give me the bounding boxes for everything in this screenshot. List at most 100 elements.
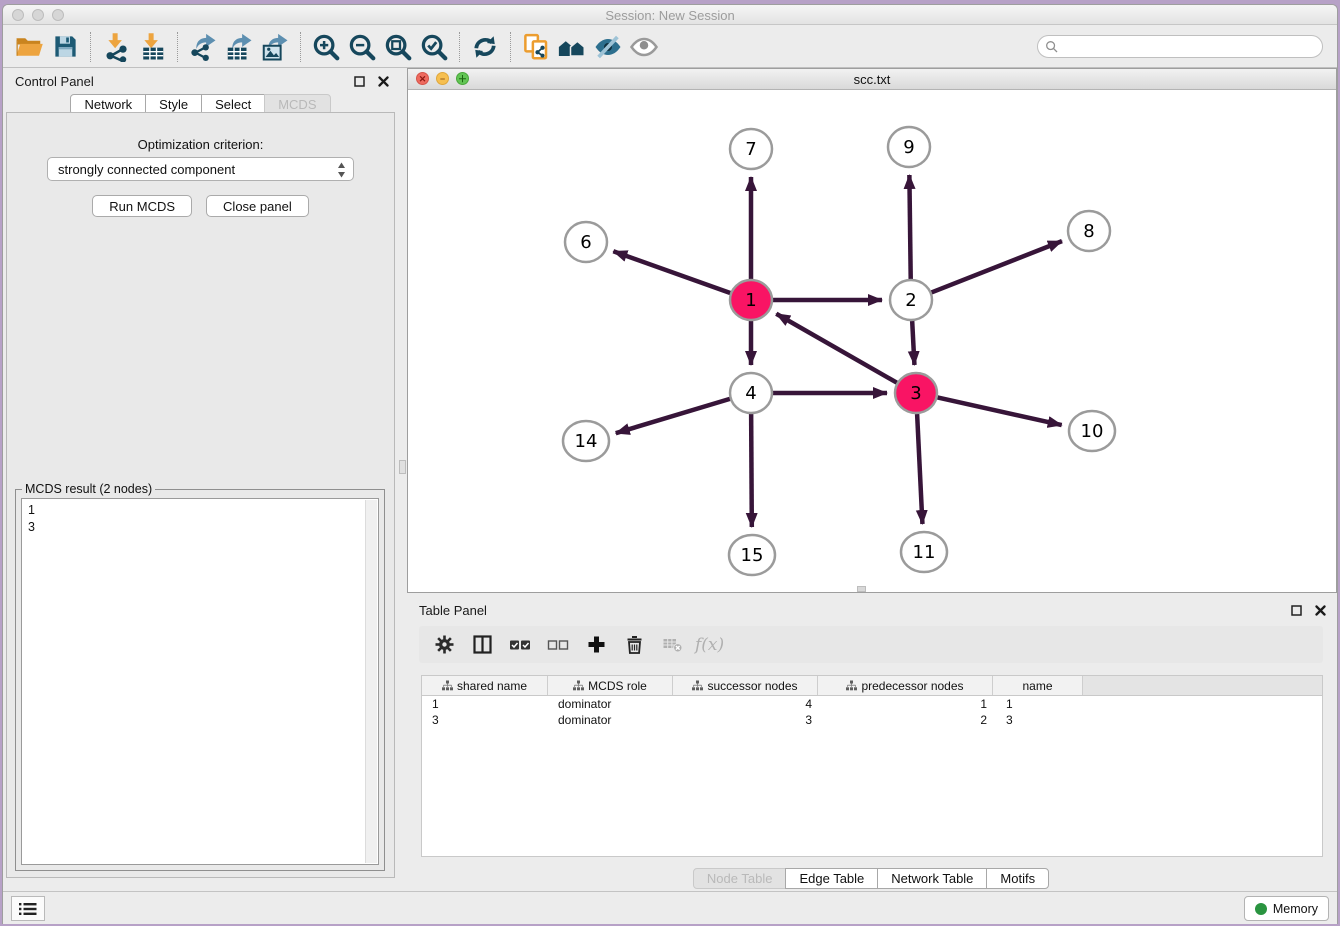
table-row[interactable]: 3 dominator 3 2 3 <box>422 712 1322 728</box>
close-icon <box>378 76 389 87</box>
graph-edge-2-9[interactable] <box>909 175 910 279</box>
close-table-panel-button[interactable] <box>1313 603 1327 617</box>
open-folder-icon <box>14 32 44 62</box>
zoom-selected-button[interactable] <box>416 29 452 65</box>
graph-node-label-8: 8 <box>1083 221 1094 242</box>
export-network-button[interactable] <box>185 29 221 65</box>
graph-edge-3-11[interactable] <box>917 414 922 524</box>
canvas-hscroll-thumb[interactable] <box>857 586 866 592</box>
export-image-icon <box>260 32 290 62</box>
application-window: Session: New Session <box>2 4 1338 924</box>
search-icon <box>1045 40 1059 54</box>
graph-node-label-4: 4 <box>745 383 756 404</box>
memory-label: Memory <box>1273 902 1318 916</box>
table-row[interactable]: 1 dominator 4 1 1 <box>422 696 1322 712</box>
tab-edge-table[interactable]: Edge Table <box>785 868 878 889</box>
toolbar-separator <box>177 32 178 62</box>
zoom-fit-button[interactable] <box>380 29 416 65</box>
node-table[interactable]: shared name MCDS role successor nodes pr… <box>421 675 1323 857</box>
main-toolbar <box>3 26 1337 68</box>
save-floppy-icon <box>52 33 79 60</box>
network-window-title: scc.txt <box>408 72 1336 87</box>
select-stepper-icon <box>337 162 346 181</box>
column-header-shared-name[interactable]: shared name <box>422 676 548 695</box>
clone-network-button[interactable] <box>518 29 554 65</box>
export-image-button[interactable] <box>257 29 293 65</box>
zoom-out-icon <box>347 32 377 62</box>
deselect-all-button[interactable] <box>543 630 573 660</box>
result-scrollbar[interactable] <box>365 500 377 863</box>
close-panel-button[interactable] <box>376 74 390 88</box>
refresh-button[interactable] <box>467 29 503 65</box>
delete-table-button[interactable] <box>657 630 687 660</box>
checked-boxes-icon <box>509 638 531 652</box>
task-history-button[interactable] <box>11 896 45 921</box>
zoom-selected-icon <box>419 32 449 62</box>
network-window-title-bar: ✕ − ＋ scc.txt <box>408 69 1336 90</box>
graph-node-label-1: 1 <box>745 290 756 311</box>
graph-node-label-6: 6 <box>580 232 591 253</box>
home-layout-button[interactable] <box>554 29 590 65</box>
graph-node-label-7: 7 <box>745 139 756 160</box>
tab-node-table[interactable]: Node Table <box>693 868 787 889</box>
open-session-button[interactable] <box>11 29 47 65</box>
graph-edge-2-3[interactable] <box>912 321 914 365</box>
clone-network-icon <box>521 32 551 62</box>
network-view-window: ✕ − ＋ scc.txt 1234678910111415 <box>407 68 1337 593</box>
mcds-result-area[interactable]: 1 3 <box>21 498 379 865</box>
graph-edge-4-14[interactable] <box>616 399 730 433</box>
control-panel-header: Control Panel <box>3 68 398 94</box>
panel-divider[interactable] <box>398 68 407 878</box>
float-table-panel-button[interactable] <box>1289 603 1303 617</box>
criterion-select[interactable]: strongly connected component <box>47 157 354 181</box>
tab-network-table[interactable]: Network Table <box>877 868 987 889</box>
column-header-name[interactable]: name <box>993 676 1083 695</box>
add-column-button[interactable] <box>581 630 611 660</box>
import-table-button[interactable] <box>134 29 170 65</box>
show-all-button[interactable] <box>626 29 662 65</box>
table-panel: Table Panel <box>407 597 1335 889</box>
optimization-criterion-label: Optimization criterion: <box>7 137 394 152</box>
select-all-button[interactable] <box>505 630 535 660</box>
columns-icon <box>472 634 493 655</box>
run-mcds-button[interactable]: Run MCDS <box>92 195 192 217</box>
close-panel-pushbutton[interactable]: Close panel <box>206 195 309 217</box>
toolbar-separator <box>459 32 460 62</box>
column-header-mcds-role[interactable]: MCDS role <box>548 676 673 695</box>
toolbar-separator <box>510 32 511 62</box>
graph-edge-3-10[interactable] <box>938 397 1062 425</box>
eye-icon <box>629 32 659 62</box>
graph-edge-2-8[interactable] <box>932 241 1062 292</box>
export-table-button[interactable] <box>221 29 257 65</box>
import-network-button[interactable] <box>98 29 134 65</box>
hide-selected-button[interactable] <box>590 29 626 65</box>
float-panel-button[interactable] <box>352 74 366 88</box>
network-canvas[interactable]: 1234678910111415 <box>408 90 1336 592</box>
import-network-icon <box>101 32 131 62</box>
table-options-button[interactable] <box>429 630 459 660</box>
memory-button[interactable]: Memory <box>1244 896 1329 921</box>
graph-node-label-10: 10 <box>1081 421 1104 442</box>
zoom-in-button[interactable] <box>308 29 344 65</box>
memory-status-dot <box>1255 903 1267 915</box>
function-builder-button[interactable]: f(x) <box>695 630 724 660</box>
delete-column-button[interactable] <box>619 630 649 660</box>
unchecked-boxes-icon <box>547 638 569 652</box>
table-panel-title: Table Panel <box>419 603 487 618</box>
criterion-value: strongly connected component <box>58 162 235 177</box>
zoom-out-button[interactable] <box>344 29 380 65</box>
graph-edge-4-15[interactable] <box>751 414 752 527</box>
graph-edge-3-1[interactable] <box>776 314 897 383</box>
refresh-icon <box>470 32 500 62</box>
save-session-button[interactable] <box>47 29 83 65</box>
tab-motifs[interactable]: Motifs <box>986 868 1049 889</box>
export-network-icon <box>188 32 218 62</box>
column-visibility-button[interactable] <box>467 630 497 660</box>
column-header-predecessor-nodes[interactable]: predecessor nodes <box>818 676 993 695</box>
trash-icon <box>624 634 645 655</box>
graph-edge-1-6[interactable] <box>613 251 730 293</box>
column-header-successor-nodes[interactable]: successor nodes <box>673 676 818 695</box>
search-input[interactable] <box>1037 35 1323 58</box>
divider-grabber[interactable] <box>399 460 406 474</box>
plus-icon <box>586 634 607 655</box>
